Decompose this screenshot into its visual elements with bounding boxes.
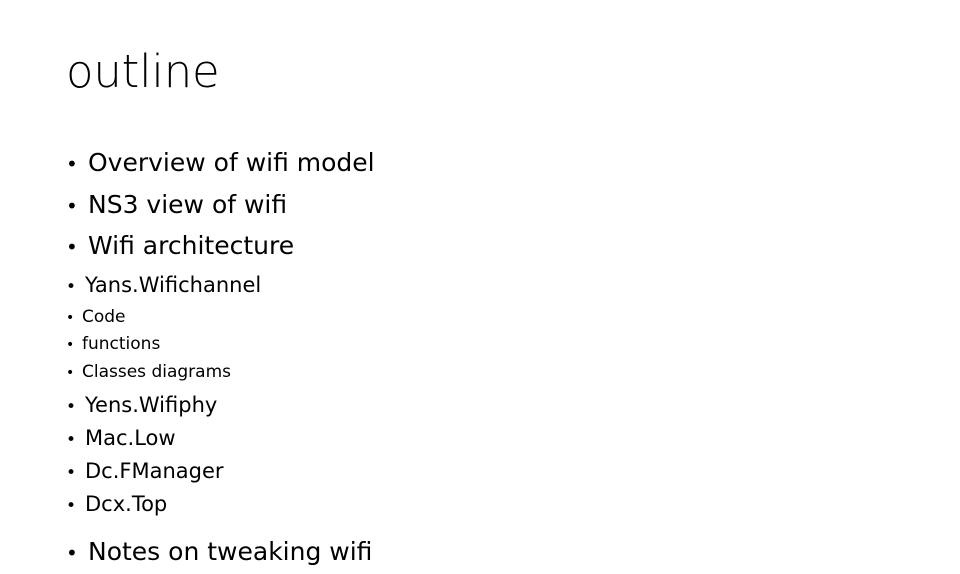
list-item-label: Dcx.Top bbox=[85, 492, 168, 516]
bullet-icon: • bbox=[66, 364, 75, 381]
page-title: outline bbox=[66, 45, 220, 98]
list-item[interactable]: • Classes diagrams bbox=[66, 359, 896, 387]
list-item-label: Yans.Wifichannel bbox=[85, 272, 262, 297]
list-item-label: Yens.Wifiphy bbox=[85, 393, 218, 417]
bullet-icon: • bbox=[66, 541, 78, 565]
list-item-label: Dc.FManager bbox=[85, 459, 224, 483]
outline-body: • Overview of wifi model • NS3 view of w… bbox=[66, 143, 896, 574]
list-item-label: functions bbox=[82, 334, 161, 354]
list-item[interactable]: • Yens.Wifiphy bbox=[66, 390, 896, 423]
list-item[interactable]: • Wifi architecture • Yans.Wifichannel •… bbox=[66, 226, 896, 522]
bullet-icon: • bbox=[66, 337, 75, 353]
list-item[interactable]: • Mac.Low bbox=[66, 423, 896, 456]
list-item[interactable]: • NS3 view of wifi bbox=[66, 185, 896, 227]
bullet-icon: • bbox=[66, 276, 77, 297]
list-item-label: Overview of wifi model bbox=[88, 148, 375, 177]
list-item-label: NS3 view of wifi bbox=[88, 189, 288, 219]
list-item-label: Code bbox=[82, 306, 126, 327]
outline-list: • Overview of wifi model • NS3 view of w… bbox=[66, 143, 896, 574]
list-item[interactable]: • functions bbox=[66, 331, 896, 359]
outline-sublist-level3: • Code • functions • Classes diagrams bbox=[66, 304, 896, 387]
bullet-icon: • bbox=[66, 463, 77, 483]
outline-sublist-level2: • Yans.Wifichannel • Code • functions • … bbox=[66, 270, 896, 523]
bullet-icon: • bbox=[66, 152, 78, 176]
bullet-icon: • bbox=[66, 235, 78, 259]
slide-canvas: outline • Overview of wifi model • NS3 v… bbox=[0, 0, 960, 566]
list-item-label: Wifi architecture bbox=[88, 231, 295, 260]
list-item[interactable]: • Overview of wifi model bbox=[66, 143, 896, 185]
bullet-icon: • bbox=[66, 397, 77, 417]
bullet-icon: • bbox=[66, 309, 75, 326]
bullet-icon: • bbox=[66, 496, 77, 516]
bullet-icon: • bbox=[66, 430, 77, 450]
list-item[interactable]: • Notes on tweaking wifi bbox=[66, 532, 896, 574]
list-item[interactable]: • Dcx.Top bbox=[66, 489, 896, 522]
list-item-label: Notes on tweaking wifi bbox=[88, 537, 373, 566]
list-item[interactable]: • Dc.FManager bbox=[66, 456, 896, 489]
list-item-label: Mac.Low bbox=[85, 426, 176, 450]
list-item[interactable]: • Yans.Wifichannel • Code • functions • … bbox=[66, 270, 896, 387]
list-item[interactable]: • Code bbox=[66, 304, 896, 332]
list-item-label: Classes diagrams bbox=[82, 361, 231, 382]
bullet-icon: • bbox=[66, 193, 78, 218]
